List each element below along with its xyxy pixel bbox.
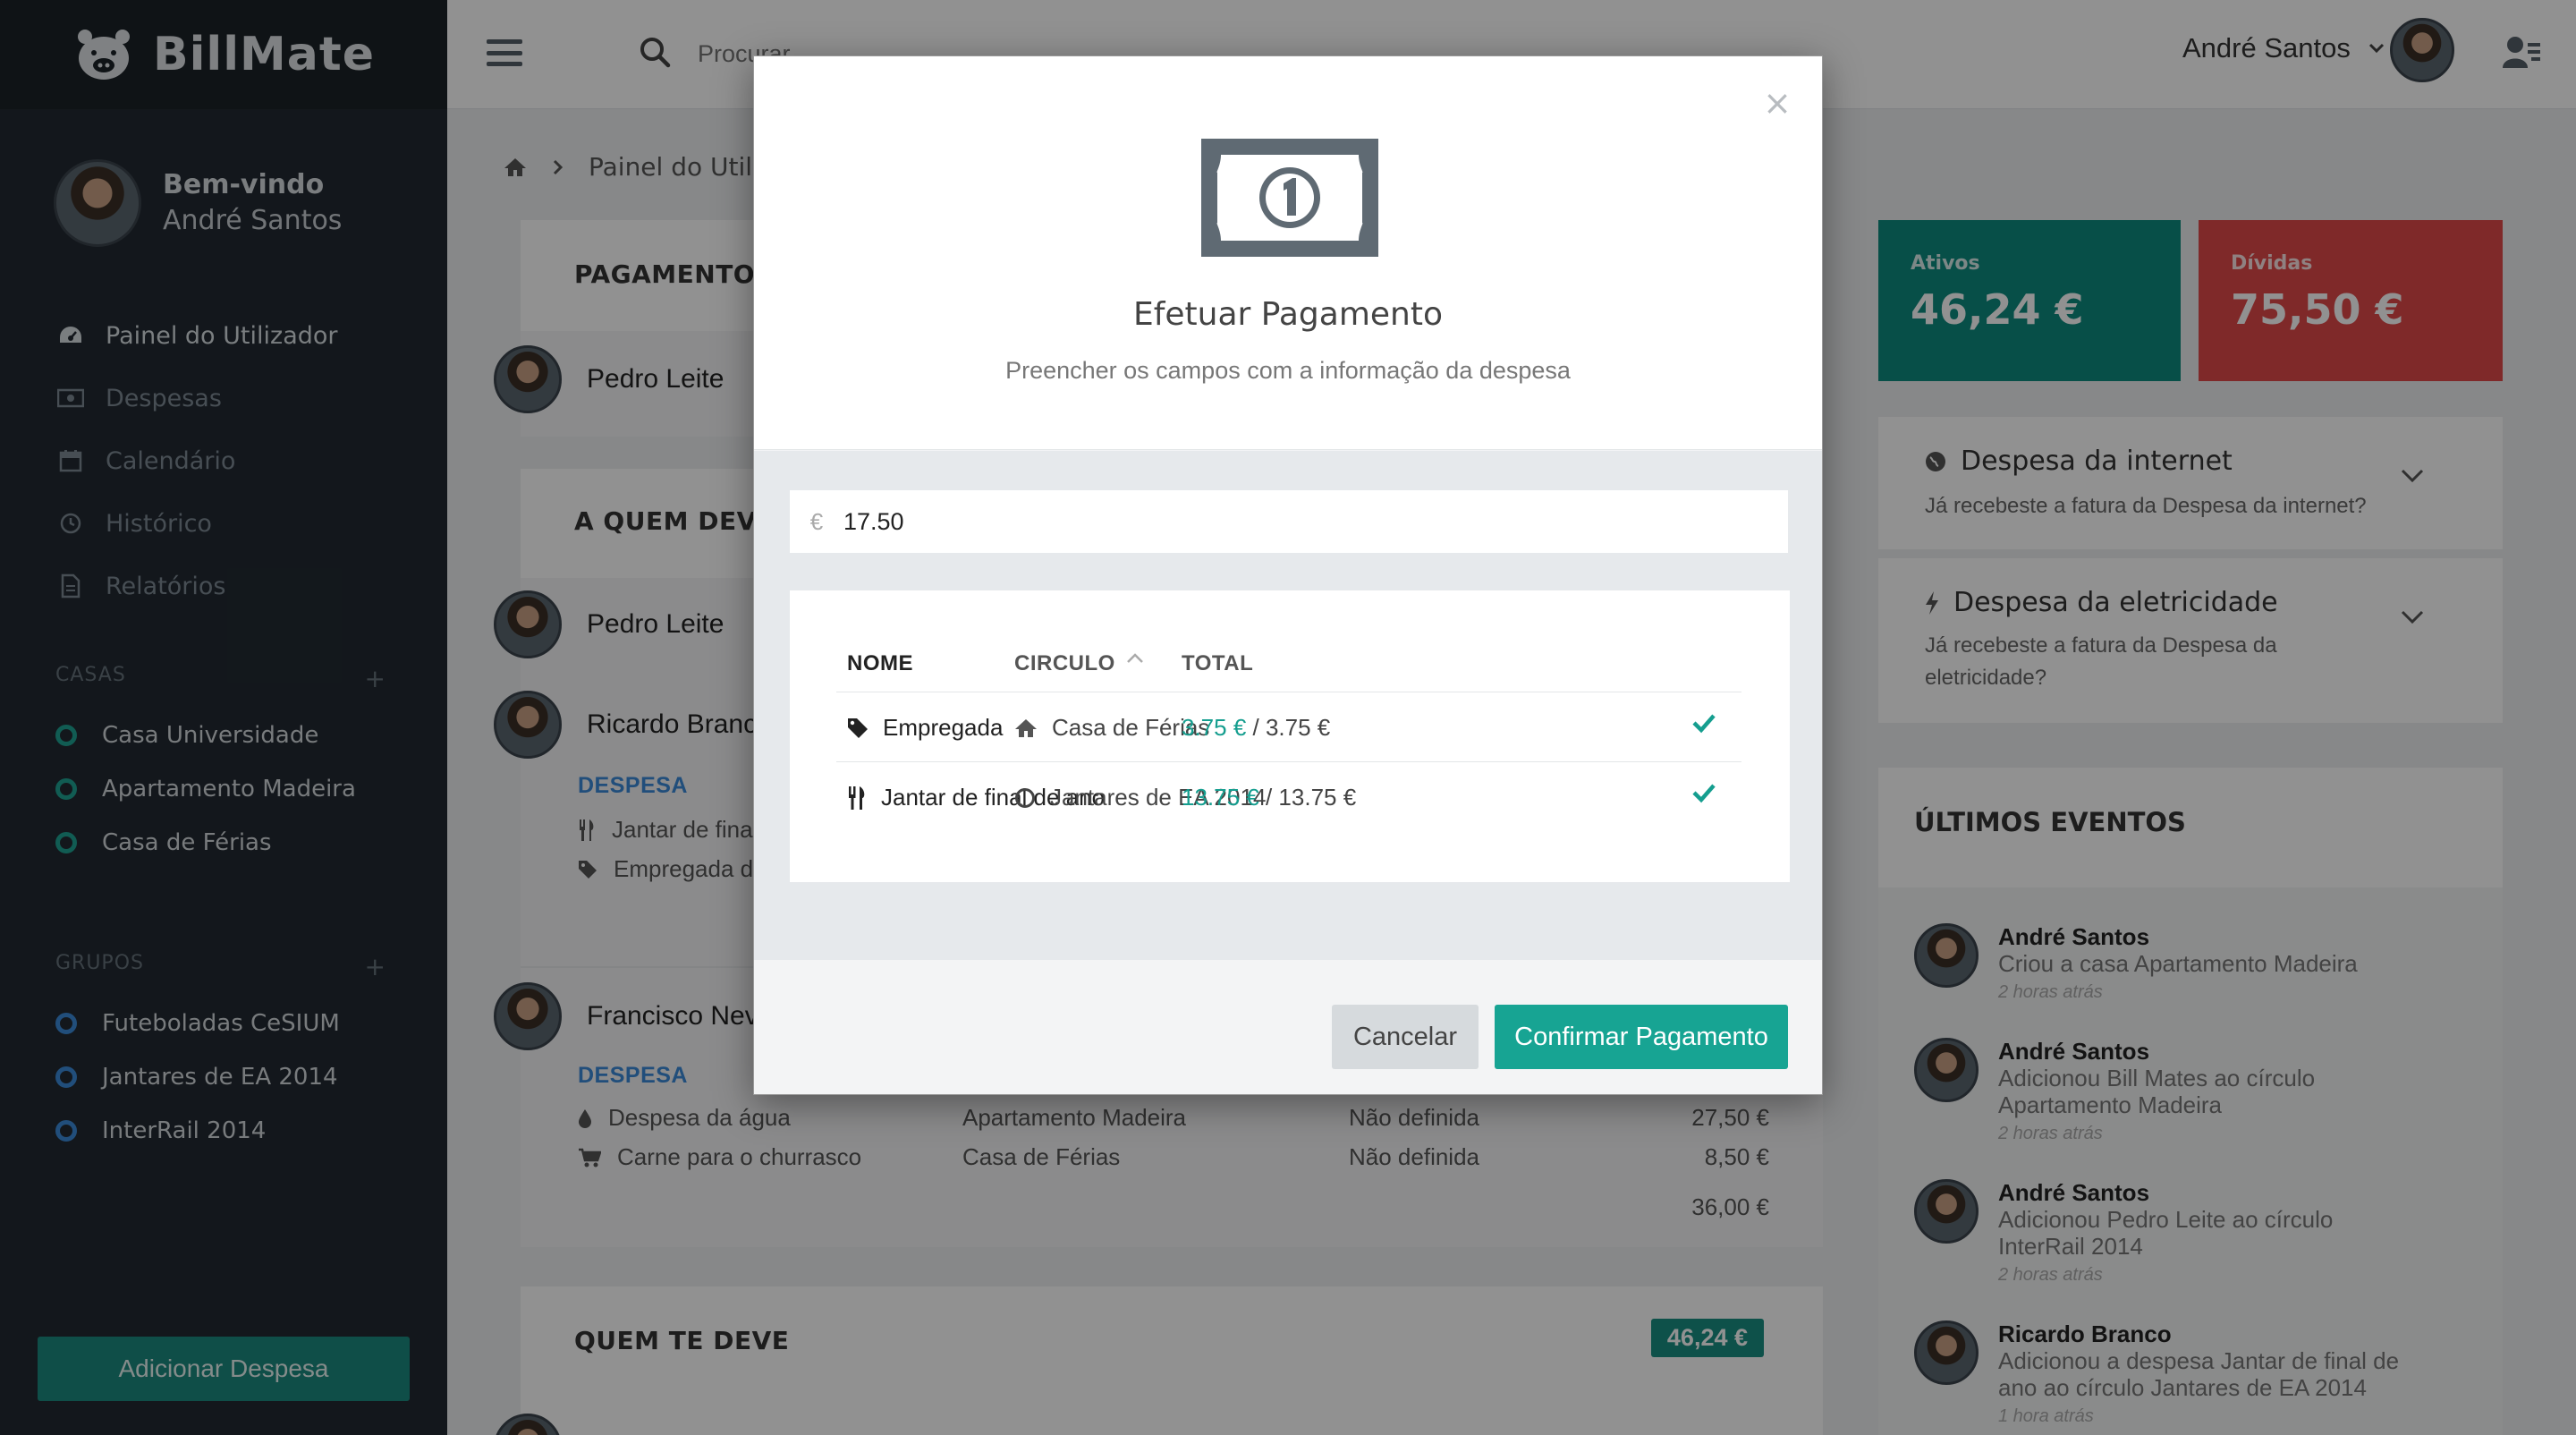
circle-icon	[1015, 787, 1035, 808]
home-icon	[1015, 718, 1037, 737]
cutlery-icon	[849, 785, 865, 810]
bill-icon	[1201, 139, 1378, 257]
modal-footer: Cancelar Confirmar Pagamento	[754, 960, 1822, 1094]
row-name: Empregada	[883, 714, 1004, 741]
table-row[interactable]: Jantar de final de ano Jantares de EA 20…	[836, 762, 1741, 832]
table-row[interactable]: Empregada Casa de Férias 3.75 € / 3.75 €	[836, 692, 1741, 762]
modal-subtitle: Preencher os campos com a informação da …	[1005, 357, 1571, 384]
sort-up-icon[interactable]	[1126, 653, 1144, 664]
confirm-payment-button[interactable]: Confirmar Pagamento	[1495, 1005, 1788, 1069]
modal-body: € NOME CIRCULO TOTAL Empregada Casa de F…	[754, 451, 1822, 1015]
modal-header: × Efetuar Pagamento Preencher os campos …	[754, 56, 1822, 450]
amount-input[interactable]	[843, 495, 1738, 548]
column-name[interactable]: NOME	[847, 651, 913, 676]
row-total: / 3.75 €	[1246, 714, 1331, 741]
tag-icon	[848, 718, 868, 738]
table-header: NOME CIRCULO TOTAL	[836, 642, 1741, 692]
modal-title: Efetuar Pagamento	[1132, 296, 1444, 333]
payment-modal: × Efetuar Pagamento Preencher os campos …	[753, 55, 1823, 1095]
close-icon[interactable]: ×	[1763, 83, 1792, 123]
amount-field[interactable]: €	[790, 490, 1788, 553]
row-total: / 13.75 €	[1258, 784, 1357, 811]
currency-symbol: €	[809, 507, 824, 535]
check-icon[interactable]	[1691, 782, 1716, 803]
row-paid: 13.75 €	[1182, 784, 1259, 811]
check-icon[interactable]	[1691, 712, 1716, 734]
row-paid: 3.75 €	[1182, 714, 1247, 741]
payment-table: NOME CIRCULO TOTAL Empregada Casa de Fér…	[790, 590, 1790, 882]
cancel-button[interactable]: Cancelar	[1332, 1005, 1479, 1069]
column-circle[interactable]: CIRCULO	[1014, 651, 1115, 676]
column-total[interactable]: TOTAL	[1182, 651, 1253, 676]
